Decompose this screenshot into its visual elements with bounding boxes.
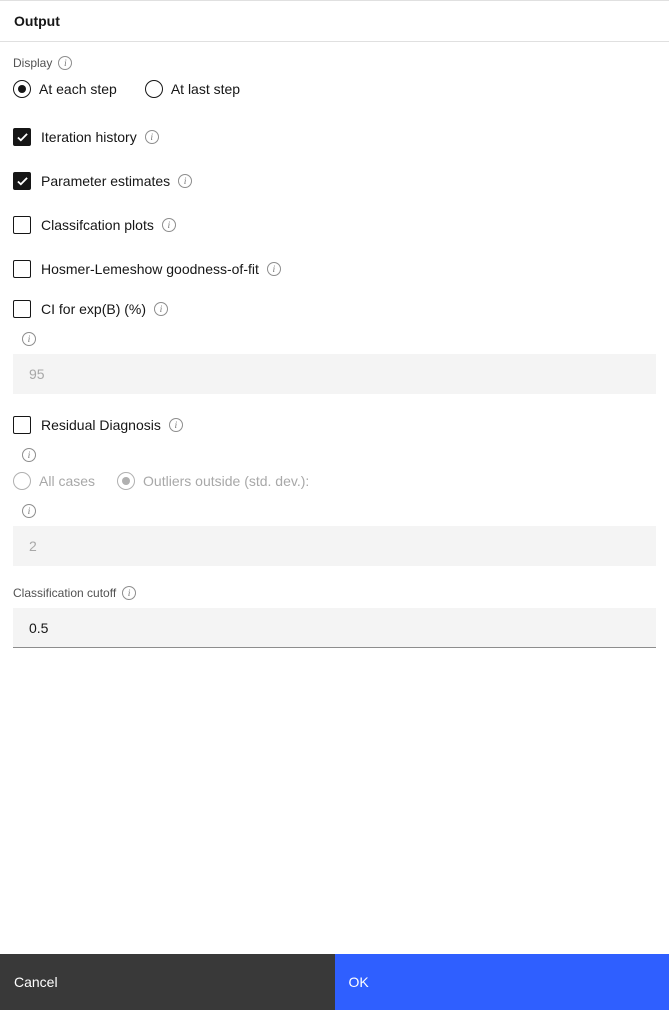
panel-content: Display At each step At last step Iterat… [0, 42, 669, 648]
ci-info-row [13, 332, 656, 346]
checkbox-row-iteration-history: Iteration history [13, 128, 656, 146]
radio-at-each-step[interactable]: At each step [13, 80, 117, 98]
info-icon[interactable] [162, 218, 176, 232]
display-label-row: Display [13, 56, 656, 70]
classification-cutoff-input[interactable] [13, 608, 656, 648]
info-icon[interactable] [267, 262, 281, 276]
label-text: Hosmer-Lemeshow goodness-of-fit [41, 261, 259, 277]
checkbox-row-hosmer-lemeshow: Hosmer-Lemeshow goodness-of-fit [13, 260, 656, 278]
radio-label: At each step [39, 81, 117, 97]
classification-cutoff-label-row: Classification cutoff [13, 586, 656, 600]
radio-at-last-step[interactable]: At last step [145, 80, 240, 98]
radio-button-icon [13, 472, 31, 490]
checkbox-row-residual-diagnosis: Residual Diagnosis [13, 416, 656, 434]
info-icon[interactable] [22, 448, 36, 462]
radio-all-cases: All cases [13, 472, 95, 490]
ci-value-block [13, 332, 656, 394]
panel-header: Output [0, 0, 669, 42]
checkbox-classification-plots[interactable] [13, 216, 31, 234]
radio-label: Outliers outside (std. dev.): [143, 473, 309, 489]
radio-button-icon [145, 80, 163, 98]
info-icon[interactable] [58, 56, 72, 70]
checkbox-label: Parameter estimates [41, 173, 192, 189]
classification-cutoff-block: Classification cutoff [13, 586, 656, 648]
info-icon[interactable] [169, 418, 183, 432]
info-icon[interactable] [178, 174, 192, 188]
label-text: CI for exp(B) (%) [41, 301, 146, 317]
checkbox-parameter-estimates[interactable] [13, 172, 31, 190]
ok-label: OK [349, 974, 369, 990]
radio-button-icon [13, 80, 31, 98]
info-icon[interactable] [22, 332, 36, 346]
footer: Cancel OK [0, 954, 669, 1010]
ok-button[interactable]: OK [335, 954, 669, 1010]
info-icon[interactable] [22, 504, 36, 518]
radio-button-icon [117, 472, 135, 490]
checkbox-label: CI for exp(B) (%) [41, 301, 168, 317]
outliers-info-row [13, 504, 656, 518]
checkbox-ci-expb[interactable] [13, 300, 31, 318]
check-icon [17, 176, 28, 187]
ci-value-input [13, 354, 656, 394]
label-text: Parameter estimates [41, 173, 170, 189]
checkbox-label: Hosmer-Lemeshow goodness-of-fit [41, 261, 281, 277]
info-icon[interactable] [154, 302, 168, 316]
label-text: Classifcation plots [41, 217, 154, 233]
radio-label: At last step [171, 81, 240, 97]
info-icon[interactable] [145, 130, 159, 144]
label-text: Residual Diagnosis [41, 417, 161, 433]
classification-cutoff-label: Classification cutoff [13, 586, 116, 600]
residual-info-row [13, 448, 656, 462]
checkbox-iteration-history[interactable] [13, 128, 31, 146]
radio-outliers-outside: Outliers outside (std. dev.): [117, 472, 309, 490]
label-text: Iteration history [41, 129, 137, 145]
cancel-label: Cancel [14, 974, 58, 990]
info-icon[interactable] [122, 586, 136, 600]
checkbox-label: Residual Diagnosis [41, 417, 183, 433]
checkbox-label: Iteration history [41, 129, 159, 145]
display-radio-group: At each step At last step [13, 80, 656, 98]
outliers-value-block [13, 504, 656, 566]
checkbox-row-classification-plots: Classifcation plots [13, 216, 656, 234]
checkbox-row-ci-expb: CI for exp(B) (%) [13, 300, 656, 318]
display-label: Display [13, 56, 52, 70]
cancel-button[interactable]: Cancel [0, 954, 335, 1010]
check-icon [17, 132, 28, 143]
checkbox-hosmer-lemeshow[interactable] [13, 260, 31, 278]
checkbox-residual-diagnosis[interactable] [13, 416, 31, 434]
outliers-value-input [13, 526, 656, 566]
panel-title: Output [14, 13, 60, 29]
checkbox-row-parameter-estimates: Parameter estimates [13, 172, 656, 190]
residual-sub-block: All cases Outliers outside (std. dev.): [13, 448, 656, 490]
checkbox-label: Classifcation plots [41, 217, 176, 233]
radio-label: All cases [39, 473, 95, 489]
residual-radio-group: All cases Outliers outside (std. dev.): [13, 472, 656, 490]
